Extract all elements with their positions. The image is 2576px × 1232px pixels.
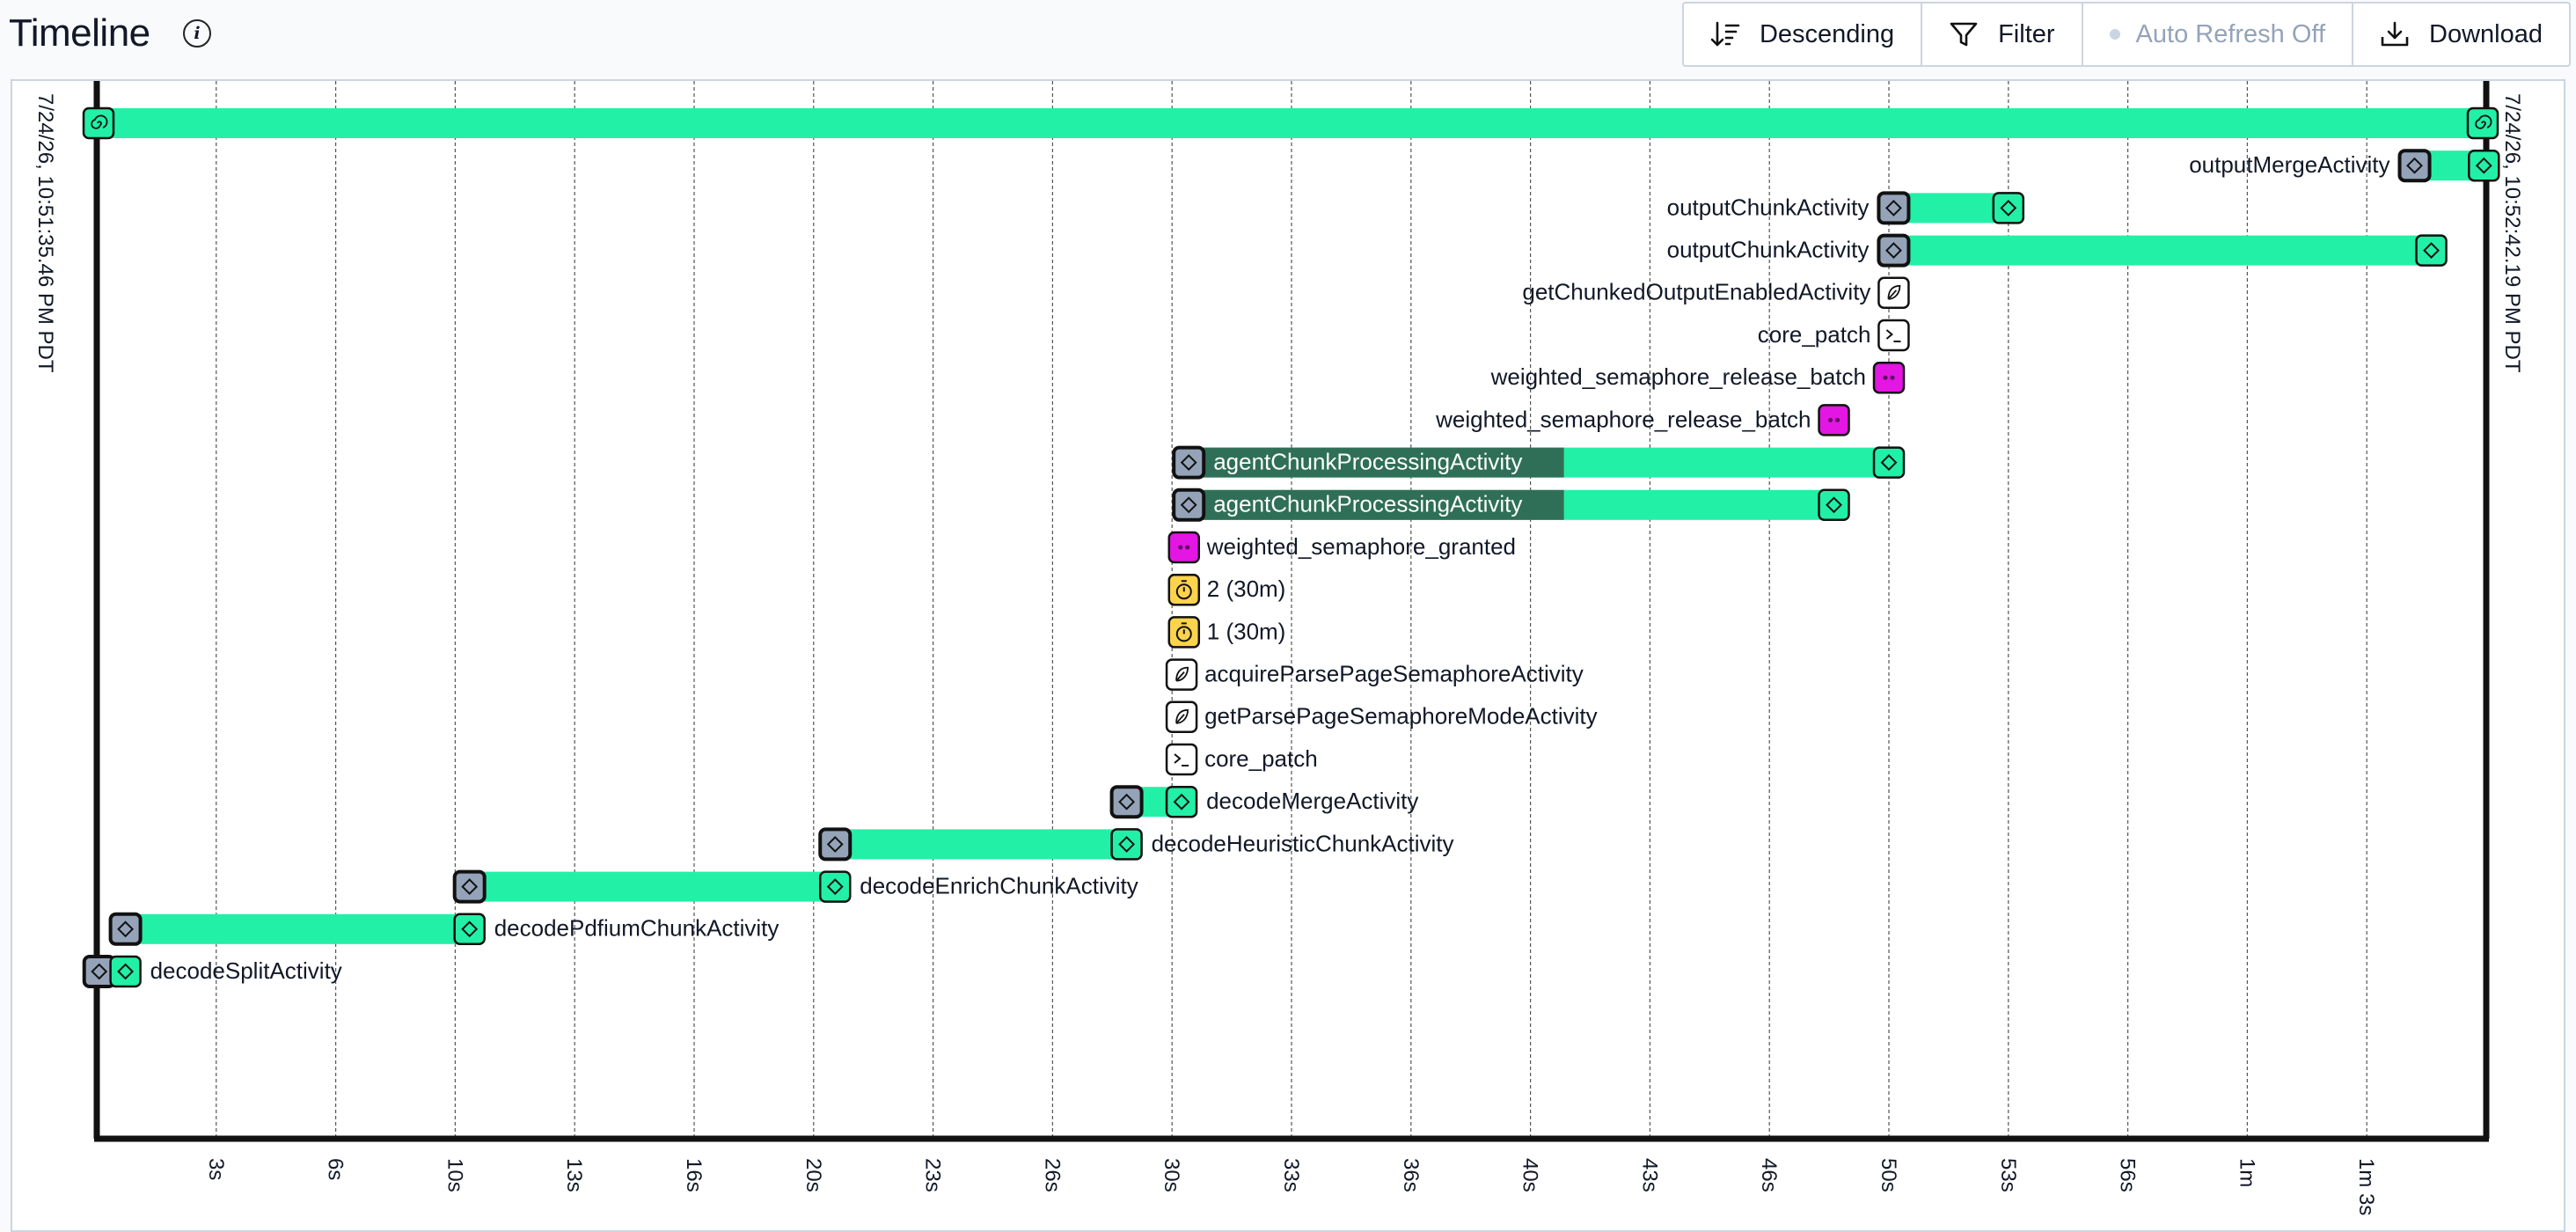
activity-bar[interactable] (1893, 193, 2009, 224)
tick-label: 1m (2235, 1158, 2258, 1187)
download-button[interactable]: Download (2352, 4, 2569, 65)
tick-label: 16s (682, 1158, 706, 1192)
tick-label: 20s (801, 1158, 825, 1192)
activity-completed-marker[interactable] (109, 955, 142, 988)
activity-label: agentChunkProcessingActivity (1213, 448, 1522, 474)
sort-descending-icon (1710, 21, 1740, 47)
activity-bar[interactable] (125, 913, 470, 944)
local-label: getChunkedOutputEnabledActivity (1522, 279, 1870, 305)
tick-label: 3s (204, 1158, 228, 1180)
timeline-start-label: 7/24/26, 10:51:35.46 PM PDT (33, 93, 57, 373)
timeline-chart: 3s 6s 10s 13s 16s 20s 23s 26s 30s 33s 36s 40s 43s 46s… (33, 81, 2524, 1215)
activity-completed-marker[interactable] (1110, 828, 1143, 861)
tick-label: 26s (1040, 1158, 1064, 1192)
activity-completed-marker[interactable] (1165, 785, 1198, 818)
timer-label: 2 (30m) (1207, 576, 1286, 602)
activity-label: decodePdfiumChunkActivity (494, 915, 779, 942)
activity-scheduled-marker[interactable] (1172, 488, 1206, 522)
activity-scheduled-marker[interactable] (1109, 785, 1144, 819)
tick-label: 23s (921, 1158, 945, 1192)
page-title: Timeline (9, 11, 150, 55)
local-label: getParsePageSemaphoreModeActivity (1204, 703, 1598, 730)
timeline-end-label: 7/24/26, 10:52:42.19 PM PDT (2500, 93, 2524, 373)
workflow-start-marker[interactable] (82, 106, 115, 140)
signal-icon (1883, 375, 1888, 380)
signal-icon-dot (1185, 545, 1190, 550)
activity-completed-marker[interactable] (2468, 149, 2500, 182)
auto-refresh-button[interactable]: Auto Refresh Off (2081, 4, 2352, 65)
filter-button[interactable]: Filter (1921, 4, 2081, 65)
timeline-header: Timeline i Descending Filter Auto Refres… (0, 0, 2576, 74)
filter-icon (1950, 22, 1978, 47)
signal-icon-dot (1835, 417, 1841, 422)
signal-label: weighted_semaphore_release_batch (1490, 363, 1866, 390)
tick-label: 30s (1160, 1158, 1183, 1192)
download-icon (2381, 21, 2409, 47)
tick-label: 6s (324, 1158, 348, 1180)
activity-scheduled-marker[interactable] (818, 827, 853, 862)
tick-label: 36s (1399, 1158, 1423, 1192)
filter-label: Filter (1998, 19, 2055, 48)
activity-scheduled-marker[interactable] (108, 912, 143, 946)
signal-label: weighted_semaphore_release_batch (1435, 406, 1811, 432)
sort-descending-label: Descending (1759, 19, 1895, 48)
activity-label: outputChunkActivity (1667, 194, 1870, 220)
tick-label: 46s (1757, 1158, 1781, 1192)
timeline-panel: 3s 6s 10s 13s 16s 20s 23s 26s 30s 33s 36s 40s 43s 46s… (11, 79, 2565, 1232)
activity-scheduled-marker[interactable] (2397, 149, 2432, 183)
activity-bar[interactable] (1893, 235, 2432, 266)
timer-label: 1 (30m) (1207, 618, 1286, 644)
activity-completed-marker[interactable] (453, 913, 486, 946)
activity-label: agentChunkProcessingActivity (1213, 491, 1522, 517)
activity-completed-marker[interactable] (818, 870, 852, 903)
info-icon[interactable]: i (183, 19, 211, 48)
activity-completed-marker[interactable] (2415, 234, 2448, 267)
signal-label: weighted_semaphore_granted (1206, 533, 1516, 560)
marker-label: core_patch (1204, 745, 1318, 772)
tick-label: 33s (1279, 1158, 1303, 1192)
activity-label: outputMergeActivity (2189, 151, 2389, 178)
local-label: acquireParsePageSemaphoreActivity (1204, 660, 1584, 686)
signal-marker[interactable] (1872, 361, 1906, 394)
marker-label: core_patch (1758, 321, 1871, 348)
auto-refresh-label: Auto Refresh Off (2135, 19, 2326, 48)
download-label: Download (2429, 19, 2543, 48)
auto-refresh-dot-icon (2109, 29, 2120, 40)
activity-label: decodeSplitActivity (150, 957, 342, 984)
activity-scheduled-marker[interactable] (1877, 191, 1911, 225)
activity-scheduled-marker[interactable] (1877, 233, 1911, 268)
tick-label: 53s (1996, 1158, 2020, 1192)
activity-bar[interactable] (835, 829, 1127, 860)
activity-completed-marker[interactable] (1872, 446, 1906, 479)
tick-label: 10s (443, 1158, 466, 1192)
workflow-end-marker[interactable] (2466, 106, 2499, 140)
activity-label: decodeHeuristicChunkActivity (1152, 830, 1454, 856)
activity-label: decodeEnrichChunkActivity (860, 872, 1138, 898)
marker-marker[interactable] (1877, 319, 1910, 352)
workflow-bar[interactable] (97, 108, 2486, 138)
activity-label: decodeMergeActivity (1206, 788, 1418, 814)
tick-label: 40s (1519, 1158, 1542, 1192)
timeline-toolbar: Descending Filter Auto Refresh Off Downl… (1681, 2, 2571, 67)
activity-scheduled-marker[interactable] (452, 869, 487, 904)
tick-label: 50s (1877, 1158, 1900, 1192)
tick-label: 56s (2116, 1158, 2140, 1192)
signal-icon-dot (1890, 375, 1895, 380)
sort-descending-button[interactable]: Descending (1684, 4, 1921, 65)
activity-completed-marker[interactable] (1992, 192, 2025, 224)
tick-label: 1m 3s (2354, 1158, 2378, 1215)
signal-icon (1828, 417, 1833, 422)
activity-bar[interactable] (469, 871, 836, 902)
tick-label: 13s (562, 1158, 586, 1192)
signal-marker[interactable] (1818, 404, 1850, 436)
signal-marker[interactable] (1167, 531, 1201, 564)
activity-completed-marker[interactable] (1818, 488, 1850, 522)
activity-label: outputChunkActivity (1667, 236, 1870, 262)
signal-icon (1178, 545, 1183, 550)
activity-scheduled-marker[interactable] (1172, 445, 1206, 480)
marker-marker[interactable] (1165, 743, 1198, 776)
tick-label: 43s (1637, 1158, 1661, 1192)
